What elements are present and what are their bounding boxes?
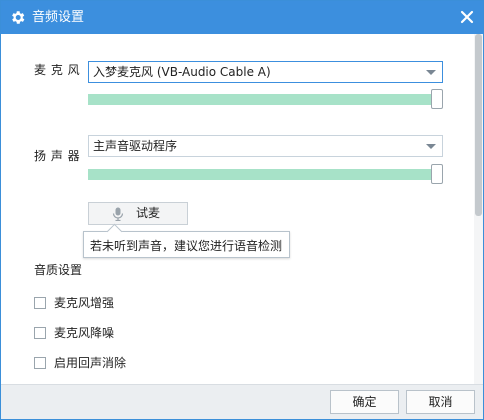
dialog-content: 麦 克 风 入梦麦克风 (VB-Audio Cable A) 扬 声 器 主声音… [1,34,483,384]
scrollbar-thumb[interactable] [475,34,482,216]
ok-button[interactable]: 确定 [330,390,399,414]
mic-boost-checkbox-row[interactable]: 麦克风增强 [34,296,154,312]
speaker-volume-slider[interactable] [88,164,443,186]
echo-cancel-label[interactable]: 启用回声消除 [54,356,126,371]
audio-settings-dialog: 音频设置 麦 克 风 入梦麦克风 (VB-Audio Cable A) 扬 声 … [0,0,484,420]
noise-reduction-checkbox[interactable] [34,327,46,339]
dialog-footer: 确定 取消 [1,384,483,419]
microphone-volume-slider[interactable] [88,89,443,111]
gear-icon [12,11,25,24]
dialog-title: 音频设置 [32,10,85,25]
microphone-volume-track[interactable] [88,94,437,105]
microphone-select-value: 入梦麦克风 (VB-Audio Cable A) [93,65,271,79]
test-microphone-button[interactable]: 试麦 [88,202,188,225]
mic-boost-checkbox[interactable] [34,297,46,309]
vertical-scrollbar[interactable] [474,34,483,384]
test-microphone-label: 试麦 [136,206,161,220]
chevron-down-icon[interactable] [426,70,436,75]
speaker-select[interactable]: 主声音驱动程序 [88,135,443,157]
echo-cancel-checkbox-row[interactable]: 启用回声消除 [34,356,154,372]
microphone-label: 麦 克 风 [34,63,81,77]
speaker-volume-track[interactable] [88,169,437,180]
echo-cancel-checkbox[interactable] [34,357,46,369]
microphone-volume-thumb[interactable] [431,89,443,109]
close-icon[interactable] [457,7,477,27]
chevron-down-icon[interactable] [426,144,436,149]
title-bar[interactable]: 音频设置 [1,1,483,34]
speaker-select-value: 主声音驱动程序 [93,139,178,153]
tooltip-text: 若未听到声音，建议您进行语音检测 [90,239,283,253]
voice-check-tooltip: 若未听到声音，建议您进行语音检测 [83,223,290,258]
noise-reduction-label[interactable]: 麦克风降噪 [54,326,114,341]
speaker-volume-thumb[interactable] [431,164,443,184]
microphone-select[interactable]: 入梦麦克风 (VB-Audio Cable A) [88,61,443,83]
microphone-icon [112,207,124,221]
noise-reduction-checkbox-row[interactable]: 麦克风降噪 [34,326,154,342]
mic-boost-label[interactable]: 麦克风增强 [54,296,114,311]
cancel-button[interactable]: 取消 [406,390,475,414]
speaker-label: 扬 声 器 [34,149,81,163]
quality-section-title: 音质设置 [34,263,83,277]
